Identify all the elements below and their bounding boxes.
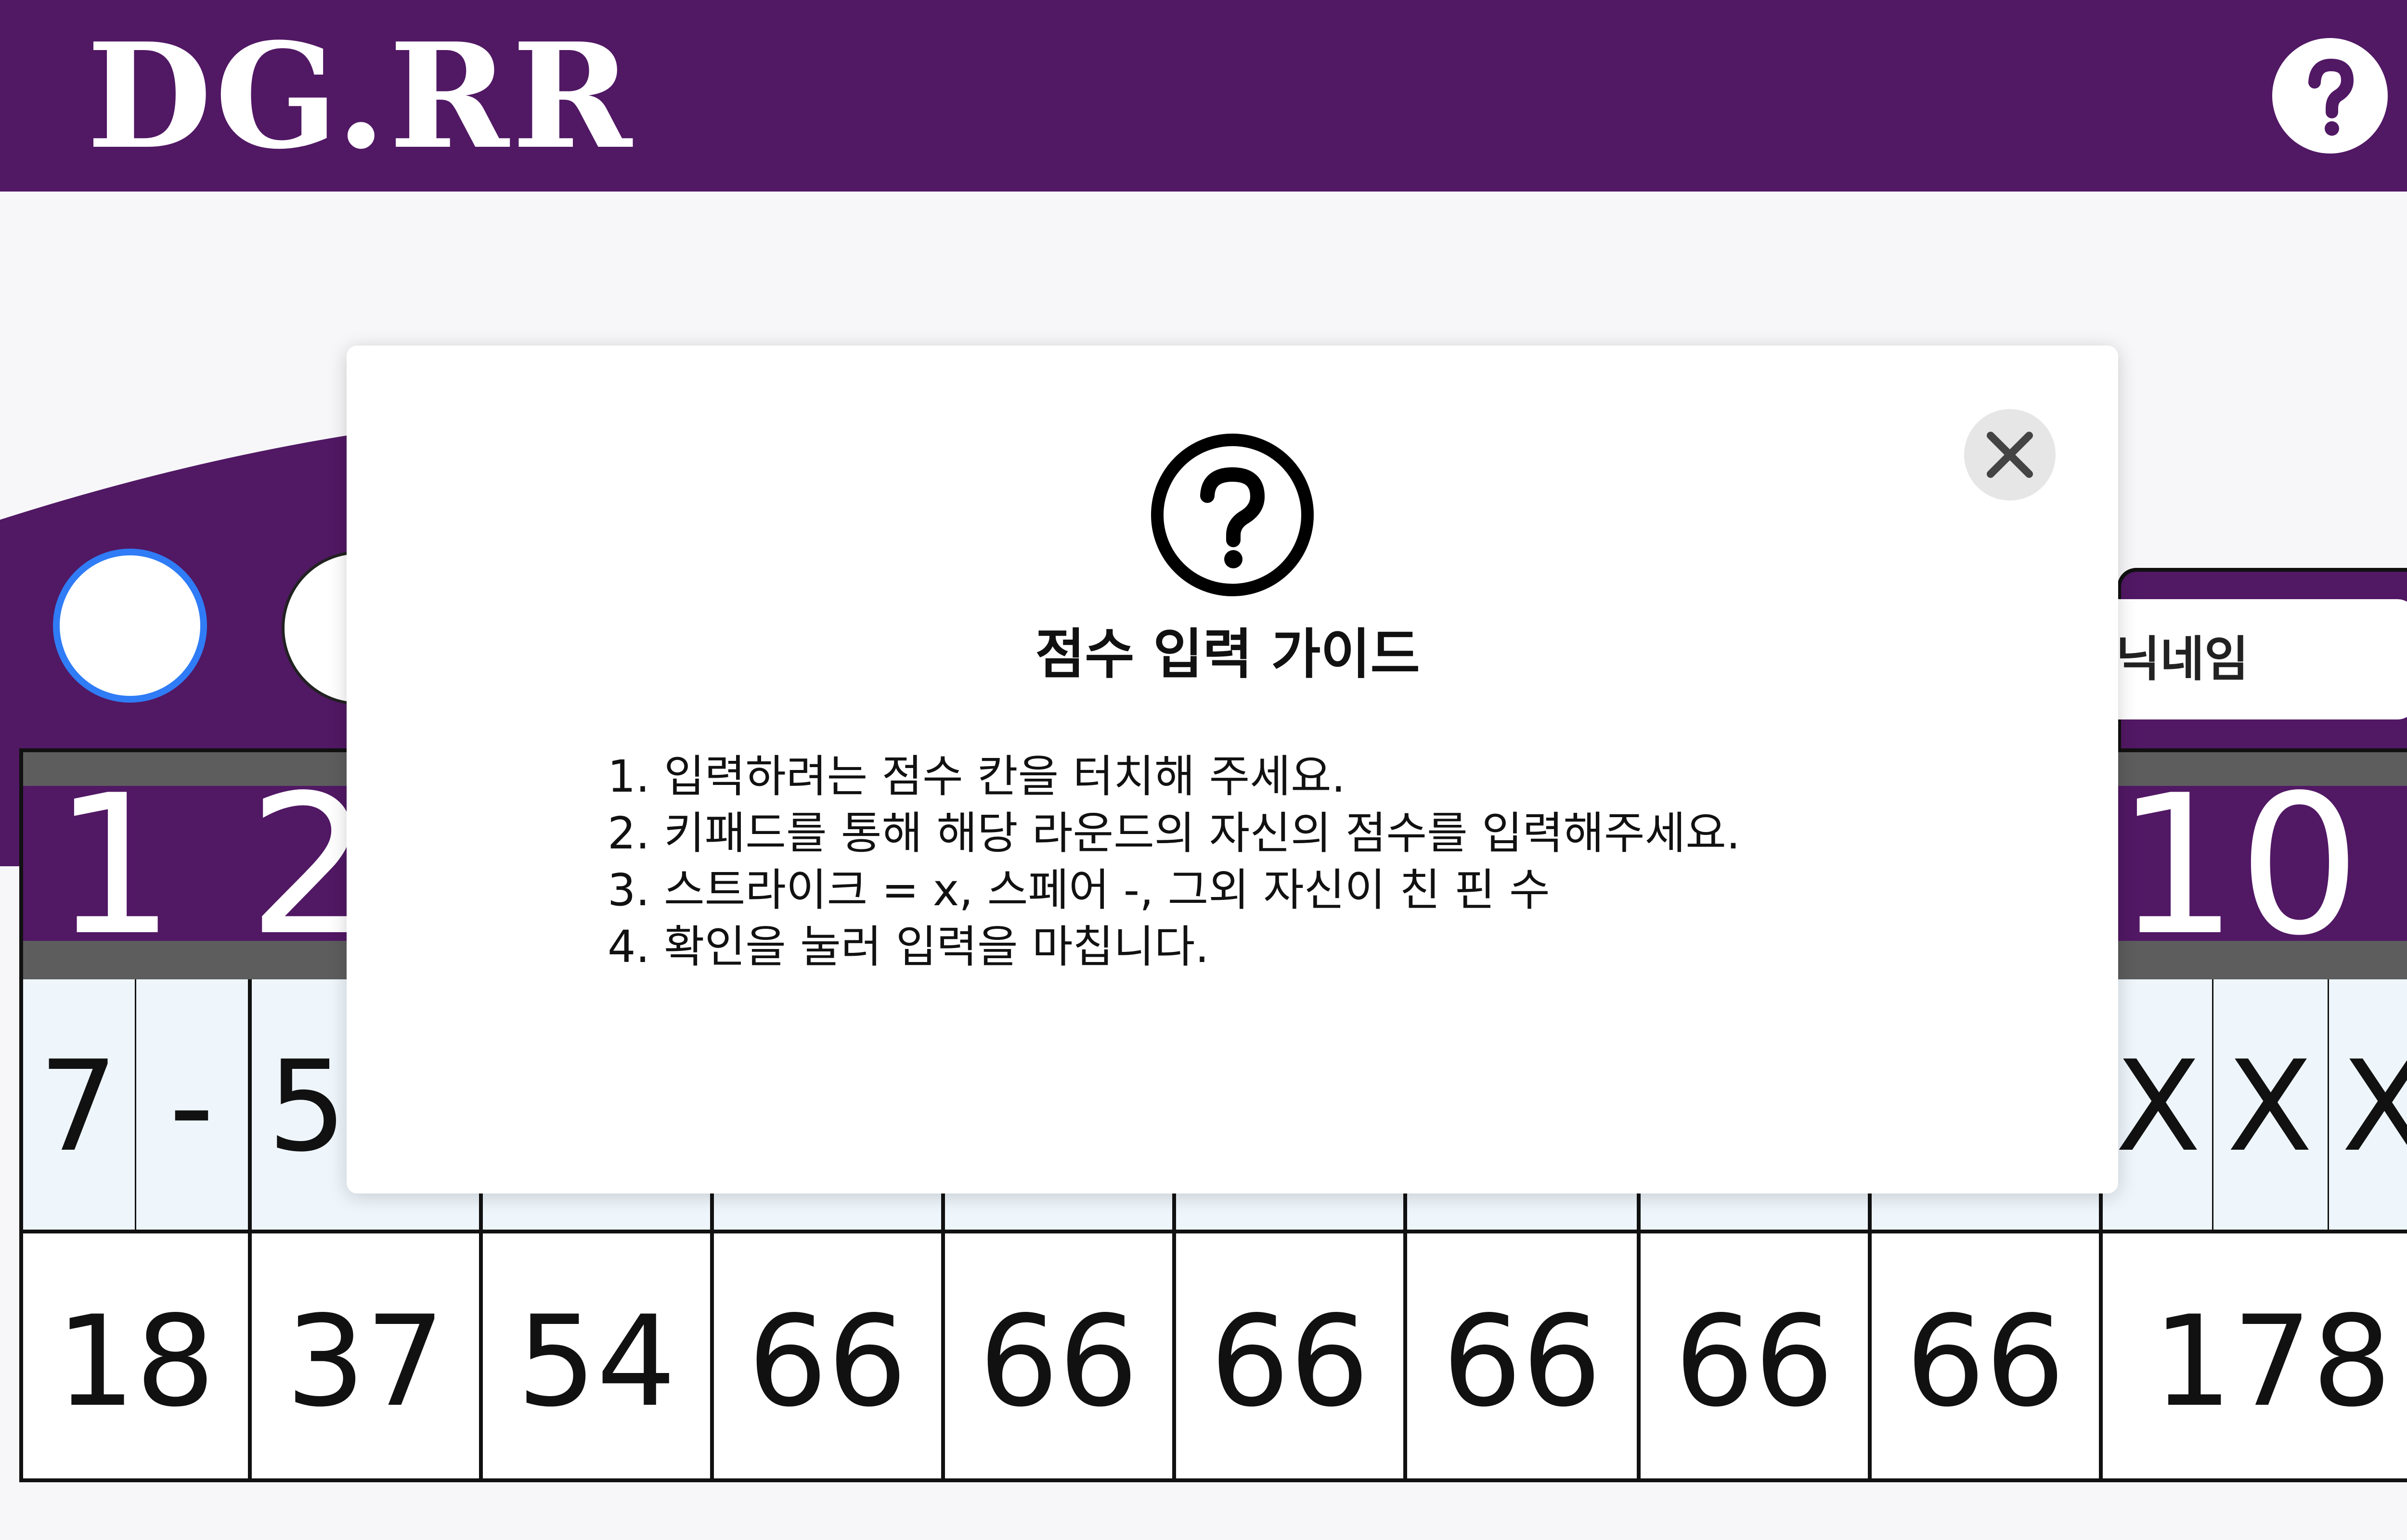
guide-step: 3. 스트라이크 = x, 스페어 -, 그외 자신이 친 핀 수 xyxy=(608,864,1550,916)
frame-number-1: 1 xyxy=(53,754,176,978)
nickname-label: 닉네임 xyxy=(2116,631,2249,687)
close-button[interactable] xyxy=(1964,409,2056,500)
total-cell-9: 66 xyxy=(1905,1289,2065,1435)
modal-title: 점수 입력 가이드 xyxy=(1035,623,1420,686)
roll-cell-10-1[interactable]: X xyxy=(2103,1044,2213,1169)
player-1-button[interactable] xyxy=(53,549,207,703)
total-cell-8: 66 xyxy=(1674,1289,1834,1435)
frame-divider xyxy=(248,979,252,1478)
close-icon xyxy=(1987,432,2033,478)
total-cell-10: 178 xyxy=(2152,1289,2392,1435)
roll-cell-10-2[interactable]: X xyxy=(2214,1044,2325,1169)
frame-number-10: 10 xyxy=(2116,754,2361,978)
roll-cell-2-1[interactable]: 5 xyxy=(252,1044,362,1169)
guide-step: 4. 확인을 눌러 입력을 마칩니다. xyxy=(608,921,1209,973)
total-cell-3: 54 xyxy=(517,1289,676,1435)
total-cell-1: 18 xyxy=(56,1289,215,1435)
guide-step: 1. 입력하려는 점수 칸을 터치해 주세요. xyxy=(608,751,1346,802)
row-divider xyxy=(23,1230,2407,1233)
guide-step: 2. 키패드를 통해 해당 라운드의 자신의 점수를 입력해주세요. xyxy=(608,808,1741,859)
total-cell-4: 66 xyxy=(748,1289,907,1435)
question-circle-icon xyxy=(1151,434,1314,596)
roll-cell-1-2[interactable]: - xyxy=(136,1044,247,1169)
guide-steps: 1. 입력하려는 점수 칸을 터치해 주세요. 2. 키패드를 통해 해당 라운… xyxy=(608,748,1740,975)
roll-cell-1-1[interactable]: 7 xyxy=(23,1044,134,1169)
roll-cell-10-3[interactable]: X xyxy=(2329,1044,2407,1169)
total-cell-7: 66 xyxy=(1442,1289,1602,1435)
total-cell-5: 66 xyxy=(979,1289,1139,1435)
total-cell-6: 66 xyxy=(1210,1289,1370,1435)
total-cell-2: 37 xyxy=(285,1289,445,1435)
